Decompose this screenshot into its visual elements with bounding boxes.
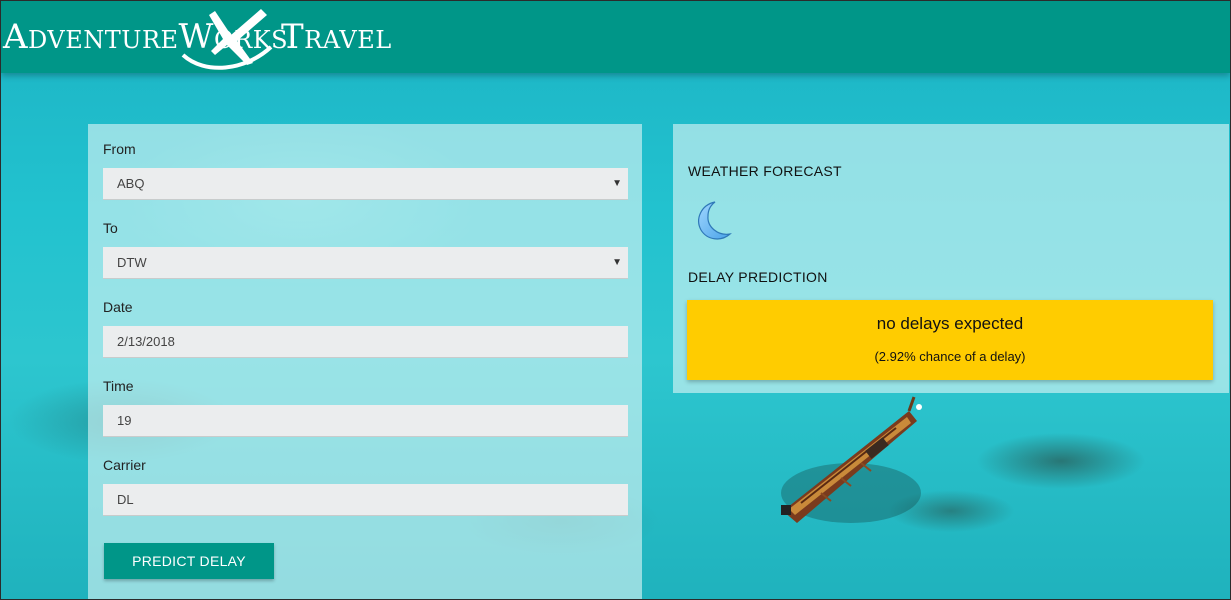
flight-form-panel: From ABQ ▼ To DTW ▼ Date 2/13/2018 Time … — [88, 124, 642, 599]
carrier-input[interactable]: DL — [103, 484, 628, 516]
logo[interactable]: AdventureWorks Travel — [3, 5, 391, 70]
logo-text-right: Travel — [281, 17, 392, 57]
app-header: AdventureWorks Travel — [1, 1, 1230, 73]
from-label: From — [103, 141, 136, 157]
delay-probability-text: (2.92% chance of a delay) — [874, 349, 1026, 364]
chevron-down-icon: ▼ — [612, 178, 622, 189]
delay-result-text: no delays expected — [876, 314, 1024, 333]
delay-prediction-title: DELAY PREDICTION — [688, 269, 828, 285]
time-value: 19 — [117, 413, 132, 428]
carrier-label: Carrier — [103, 457, 146, 473]
date-value: 2/13/2018 — [117, 334, 175, 349]
from-value: ABQ — [117, 176, 145, 191]
crescent-moon-icon — [698, 201, 732, 240]
from-select[interactable]: ABQ ▼ — [103, 168, 628, 200]
chevron-down-icon: ▼ — [612, 257, 622, 268]
boat-image — [781, 396, 922, 523]
to-value: DTW — [117, 255, 147, 270]
date-label: Date — [103, 299, 133, 315]
weather-forecast-title: WEATHER FORECAST — [688, 163, 842, 179]
predict-delay-button[interactable]: PREDICT DELAY — [104, 543, 274, 579]
airplane-swoosh-icon — [181, 9, 273, 70]
page: AdventureWorks Travel From ABQ ▼ To DTW … — [0, 0, 1231, 600]
to-label: To — [103, 220, 118, 236]
date-input[interactable]: 2/13/2018 — [103, 326, 628, 358]
to-select[interactable]: DTW ▼ — [103, 247, 628, 279]
time-input[interactable]: 19 — [103, 405, 628, 437]
results-panel: WEATHER FORECAST DELAY PREDICTION no del… — [673, 124, 1229, 393]
time-label: Time — [103, 378, 134, 394]
carrier-value: DL — [117, 492, 134, 507]
delay-result-card: no delays expected (2.92% chance of a de… — [687, 300, 1213, 380]
